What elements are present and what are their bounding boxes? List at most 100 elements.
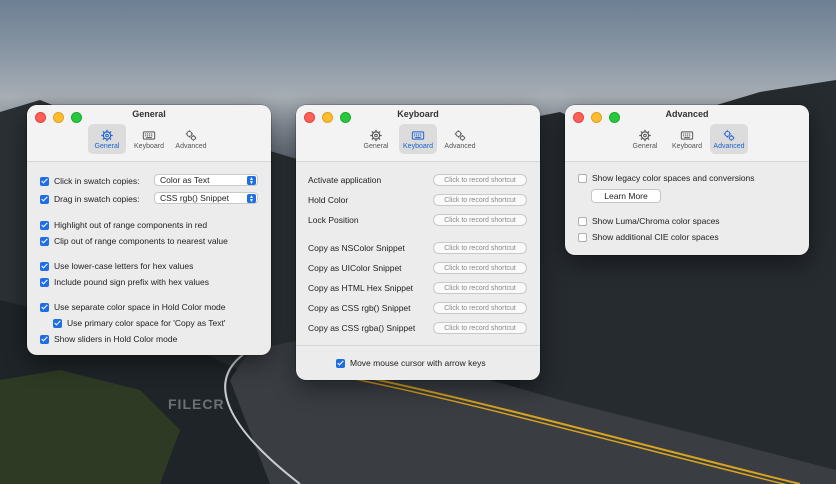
checkbox-label: Move mouse cursor with arrow keys	[350, 358, 486, 368]
checkbox-checked[interactable]	[336, 358, 345, 368]
action-label: Copy as CSS rgba() Snippet	[308, 323, 416, 333]
legacy-color-spaces-checkbox[interactable]: Show legacy color spaces and conversions	[578, 173, 755, 183]
window-title: General	[132, 109, 166, 119]
checkbox-checked[interactable]	[53, 318, 62, 328]
show-sliders-checkbox[interactable]: Show sliders in Hold Color mode	[40, 334, 177, 344]
keyboard-icon	[142, 130, 156, 140]
separate-color-space-checkbox[interactable]: Use separate color space in Hold Color m…	[40, 302, 226, 312]
keyboard-preferences-window: Keyboard General Keyboard Advanced Activ…	[296, 105, 540, 380]
highlight-out-of-range-checkbox[interactable]: Highlight out of range components in red	[40, 220, 207, 230]
tab-advanced[interactable]: Advanced	[710, 124, 748, 154]
checkbox-label: Use separate color space in Hold Color m…	[54, 302, 226, 312]
shortcut-recorder[interactable]: Click to record shortcut	[433, 214, 527, 226]
checkbox-checked[interactable]	[40, 277, 49, 287]
tab-label: Advanced	[713, 142, 745, 150]
checkbox-checked[interactable]	[40, 176, 49, 186]
popup-value: Color as Text	[160, 175, 210, 185]
learn-more-button[interactable]: Learn More	[591, 189, 661, 203]
action-label: Lock Position	[308, 215, 359, 225]
tab-keyboard[interactable]: Keyboard	[130, 124, 168, 154]
shortcut-recorder[interactable]: Click to record shortcut	[433, 282, 527, 294]
advanced-titlebar: Advanced General Keyboard Advanced	[565, 105, 809, 162]
action-label: Hold Color	[308, 195, 349, 205]
clip-out-of-range-checkbox[interactable]: Clip out of range components to nearest …	[40, 236, 228, 246]
tab-label: General	[632, 142, 658, 150]
lowercase-hex-checkbox[interactable]: Use lower-case letters for hex values	[40, 261, 193, 271]
keyboard-titlebar: Keyboard General Keyboard Advanced	[296, 105, 540, 162]
window-title: Advanced	[665, 109, 709, 119]
separator	[296, 345, 540, 346]
shortcut-recorder[interactable]: Click to record shortcut	[433, 174, 527, 186]
tab-label: General	[94, 142, 120, 150]
watermark-text: FILECR	[168, 396, 225, 412]
checkbox-label: Show additional CIE color spaces	[592, 232, 719, 242]
checkbox-label: Show sliders in Hold Color mode	[54, 334, 178, 344]
checkbox-unchecked[interactable]	[578, 173, 587, 183]
checkbox-unchecked[interactable]	[578, 216, 587, 226]
primary-color-space-checkbox[interactable]: Use primary color space for 'Copy as Tex…	[53, 318, 226, 328]
chevron-updown-icon: ▲ ▼	[247, 194, 256, 203]
gear-icon	[639, 129, 651, 141]
action-label: Copy as NSColor Snippet	[308, 243, 405, 253]
checkbox-checked[interactable]	[40, 220, 49, 230]
shortcut-recorder[interactable]: Click to record shortcut	[433, 194, 527, 206]
tab-label: Advanced	[175, 142, 207, 150]
checkbox-label: Highlight out of range components in red	[54, 220, 208, 230]
tab-general[interactable]: General	[357, 124, 395, 154]
tab-label: General	[363, 142, 389, 150]
checkbox-label: Include pound sign prefix with hex value…	[54, 277, 209, 287]
checkbox-checked[interactable]	[40, 302, 49, 312]
drag-in-swatch-checkbox[interactable]: Drag in swatch copies:	[40, 194, 140, 204]
checkbox-label: Use lower-case letters for hex values	[54, 261, 194, 271]
shortcut-recorder[interactable]: Click to record shortcut	[433, 302, 527, 314]
tab-general[interactable]: General	[626, 124, 664, 154]
keyboard-icon	[680, 130, 694, 140]
checkbox-checked[interactable]	[40, 261, 49, 271]
gear-icon	[101, 129, 113, 141]
action-label: Copy as CSS rgb() Snippet	[308, 303, 411, 313]
gears-icon	[185, 129, 197, 141]
general-titlebar: General General Keyboard Advanced	[27, 105, 271, 162]
move-cursor-checkbox[interactable]: Move mouse cursor with arrow keys	[336, 358, 486, 368]
checkbox-label: Use primary color space for 'Copy as Tex…	[67, 318, 226, 328]
cie-color-spaces-checkbox[interactable]: Show additional CIE color spaces	[578, 232, 719, 242]
checkbox-checked[interactable]	[40, 236, 49, 246]
tab-advanced[interactable]: Advanced	[172, 124, 210, 154]
checkbox-checked[interactable]	[40, 334, 49, 344]
tab-label: Keyboard	[134, 142, 164, 150]
tab-label: Keyboard	[403, 142, 433, 150]
checkbox-label: Show Luma/Chroma color spaces	[592, 216, 720, 226]
keyboard-icon	[411, 130, 425, 140]
pound-sign-checkbox[interactable]: Include pound sign prefix with hex value…	[40, 277, 209, 287]
tab-label: Keyboard	[672, 142, 702, 150]
tab-label: Advanced	[444, 142, 476, 150]
tab-keyboard[interactable]: Keyboard	[399, 124, 437, 154]
luma-chroma-checkbox[interactable]: Show Luma/Chroma color spaces	[578, 216, 720, 226]
shortcut-recorder[interactable]: Click to record shortcut	[433, 242, 527, 254]
gears-icon	[723, 129, 735, 141]
checkbox-unchecked[interactable]	[578, 232, 587, 242]
advanced-preferences-window: Advanced General Keyboard Advanced Show …	[565, 105, 809, 255]
drag-copies-popup[interactable]: CSS rgb() Snippet ▲ ▼	[154, 192, 258, 204]
checkbox-label: Clip out of range components to nearest …	[54, 236, 228, 246]
popup-value: CSS rgb() Snippet	[160, 193, 229, 203]
shortcut-recorder[interactable]: Click to record shortcut	[433, 322, 527, 334]
checkbox-label: Drag in swatch copies:	[54, 194, 140, 204]
click-copies-popup[interactable]: Color as Text ▲ ▼	[154, 174, 258, 186]
click-in-swatch-checkbox[interactable]: Click in swatch copies:	[40, 176, 140, 186]
checkbox-label: Click in swatch copies:	[54, 176, 140, 186]
general-preferences-window: General General Keyboard Advanced Click …	[27, 105, 271, 355]
action-label: Copy as HTML Hex Snippet	[308, 283, 414, 293]
gears-icon	[454, 129, 466, 141]
chevron-updown-icon: ▲ ▼	[247, 176, 256, 185]
checkbox-label: Show legacy color spaces and conversions	[592, 173, 755, 183]
shortcut-recorder[interactable]: Click to record shortcut	[433, 262, 527, 274]
tab-general[interactable]: General	[88, 124, 126, 154]
window-title: Keyboard	[397, 109, 439, 119]
gear-icon	[370, 129, 382, 141]
action-label: Activate application	[308, 175, 382, 185]
tab-keyboard[interactable]: Keyboard	[668, 124, 706, 154]
action-label: Copy as UIColor Snippet	[308, 263, 402, 273]
tab-advanced[interactable]: Advanced	[441, 124, 479, 154]
checkbox-checked[interactable]	[40, 194, 49, 204]
